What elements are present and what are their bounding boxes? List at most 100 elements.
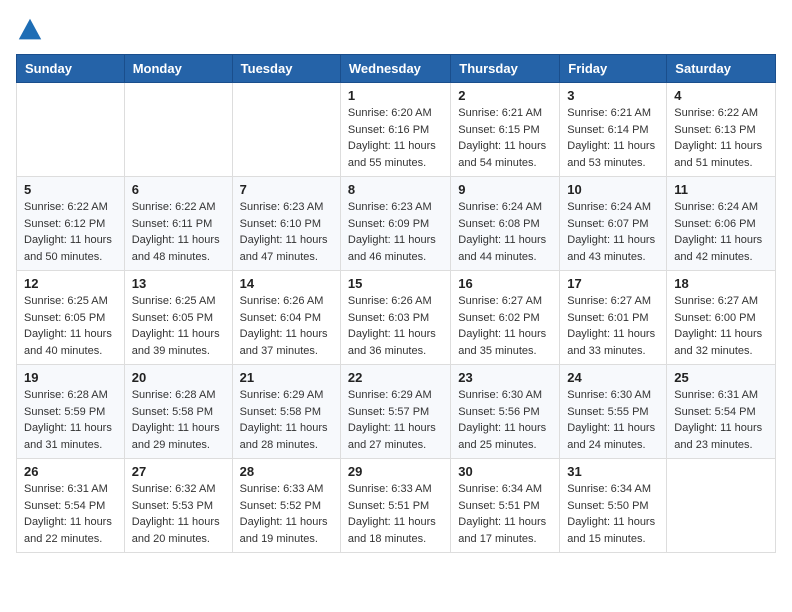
day-number: 24: [567, 370, 659, 385]
day-number: 18: [674, 276, 768, 291]
calendar-cell: 8 Sunrise: 6:23 AMSunset: 6:09 PMDaylight…: [340, 177, 450, 271]
day-info: Sunrise: 6:26 AMSunset: 6:04 PMDaylight:…: [240, 295, 328, 357]
weekday-header-monday: Monday: [124, 55, 232, 83]
day-number: 12: [24, 276, 117, 291]
calendar-cell: 31 Sunrise: 6:34 AMSunset: 5:50 PMDayligh…: [560, 459, 667, 553]
day-info: Sunrise: 6:29 AMSunset: 5:57 PMDaylight:…: [348, 389, 436, 451]
day-info: Sunrise: 6:31 AMSunset: 5:54 PMDaylight:…: [674, 389, 762, 451]
day-number: 25: [674, 370, 768, 385]
calendar-header-row: SundayMondayTuesdayWednesdayThursdayFrid…: [17, 55, 776, 83]
day-info: Sunrise: 6:26 AMSunset: 6:03 PMDaylight:…: [348, 295, 436, 357]
day-number: 1: [348, 88, 443, 103]
calendar-cell: 23 Sunrise: 6:30 AMSunset: 5:56 PMDayligh…: [451, 365, 560, 459]
calendar-cell: 13 Sunrise: 6:25 AMSunset: 6:05 PMDayligh…: [124, 271, 232, 365]
calendar-week-row: 12 Sunrise: 6:25 AMSunset: 6:05 PMDayligh…: [17, 271, 776, 365]
calendar-week-row: 1 Sunrise: 6:20 AMSunset: 6:16 PMDaylight…: [17, 83, 776, 177]
day-info: Sunrise: 6:34 AMSunset: 5:50 PMDaylight:…: [567, 483, 655, 545]
calendar-cell: 28 Sunrise: 6:33 AMSunset: 5:52 PMDayligh…: [232, 459, 340, 553]
calendar-cell: 4Sunrise: 6:22 AMSunset: 6:13 PMDaylight…: [667, 83, 776, 177]
day-info: Sunrise: 6:22 AMSunset: 6:13 PMDaylight:…: [674, 107, 762, 169]
day-number: 21: [240, 370, 333, 385]
day-number: 9: [458, 182, 552, 197]
day-info: Sunrise: 6:33 AMSunset: 5:51 PMDaylight:…: [348, 483, 436, 545]
calendar-cell: 26Sunrise: 6:31 AMSunset: 5:54 PMDayligh…: [17, 459, 125, 553]
day-number: 2: [458, 88, 552, 103]
day-number: 16: [458, 276, 552, 291]
calendar-cell: 15 Sunrise: 6:26 AMSunset: 6:03 PMDayligh…: [340, 271, 450, 365]
day-number: 11: [674, 182, 768, 197]
day-number: 7: [240, 182, 333, 197]
calendar-cell: 16 Sunrise: 6:27 AMSunset: 6:02 PMDayligh…: [451, 271, 560, 365]
weekday-header-saturday: Saturday: [667, 55, 776, 83]
calendar-cell: 3Sunrise: 6:21 AMSunset: 6:14 PMDaylight…: [560, 83, 667, 177]
calendar-cell: 20 Sunrise: 6:28 AMSunset: 5:58 PMDayligh…: [124, 365, 232, 459]
day-number: 5: [24, 182, 117, 197]
calendar-cell: 9 Sunrise: 6:24 AMSunset: 6:08 PMDaylight…: [451, 177, 560, 271]
day-info: Sunrise: 6:23 AMSunset: 6:09 PMDaylight:…: [348, 201, 436, 263]
calendar-cell: 6 Sunrise: 6:22 AMSunset: 6:11 PMDaylight…: [124, 177, 232, 271]
calendar-cell: 11 Sunrise: 6:24 AMSunset: 6:06 PMDayligh…: [667, 177, 776, 271]
day-number: 27: [132, 464, 225, 479]
calendar-cell: 14 Sunrise: 6:26 AMSunset: 6:04 PMDayligh…: [232, 271, 340, 365]
day-number: 10: [567, 182, 659, 197]
day-number: 14: [240, 276, 333, 291]
calendar-cell: 21 Sunrise: 6:29 AMSunset: 5:58 PMDayligh…: [232, 365, 340, 459]
day-info: Sunrise: 6:28 AMSunset: 5:59 PMDaylight:…: [24, 389, 112, 451]
day-info: Sunrise: 6:21 AMSunset: 6:14 PMDaylight:…: [567, 107, 655, 169]
day-info: Sunrise: 6:22 AMSunset: 6:11 PMDaylight:…: [132, 201, 220, 263]
day-info: Sunrise: 6:24 AMSunset: 6:08 PMDaylight:…: [458, 201, 546, 263]
calendar-cell: 1 Sunrise: 6:20 AMSunset: 6:16 PMDaylight…: [340, 83, 450, 177]
weekday-header-wednesday: Wednesday: [340, 55, 450, 83]
day-info: Sunrise: 6:23 AMSunset: 6:10 PMDaylight:…: [240, 201, 328, 263]
day-info: Sunrise: 6:30 AMSunset: 5:55 PMDaylight:…: [567, 389, 655, 451]
calendar-cell: 2 Sunrise: 6:21 AMSunset: 6:15 PMDaylight…: [451, 83, 560, 177]
day-number: 23: [458, 370, 552, 385]
calendar-cell: 19 Sunrise: 6:28 AMSunset: 5:59 PMDayligh…: [17, 365, 125, 459]
calendar-cell: [17, 83, 125, 177]
day-number: 29: [348, 464, 443, 479]
logo: [16, 16, 48, 44]
weekday-header-sunday: Sunday: [17, 55, 125, 83]
weekday-header-tuesday: Tuesday: [232, 55, 340, 83]
logo-icon: [16, 16, 44, 44]
calendar-cell: 30 Sunrise: 6:34 AMSunset: 5:51 PMDayligh…: [451, 459, 560, 553]
weekday-header-thursday: Thursday: [451, 55, 560, 83]
calendar-cell: 17Sunrise: 6:27 AMSunset: 6:01 PMDayligh…: [560, 271, 667, 365]
calendar-cell: 5 Sunrise: 6:22 AMSunset: 6:12 PMDaylight…: [17, 177, 125, 271]
calendar-cell: 7 Sunrise: 6:23 AMSunset: 6:10 PMDaylight…: [232, 177, 340, 271]
day-number: 20: [132, 370, 225, 385]
calendar-cell: 18 Sunrise: 6:27 AMSunset: 6:00 PMDayligh…: [667, 271, 776, 365]
day-info: Sunrise: 6:27 AMSunset: 6:02 PMDaylight:…: [458, 295, 546, 357]
day-info: Sunrise: 6:22 AMSunset: 6:12 PMDaylight:…: [24, 201, 112, 263]
day-info: Sunrise: 6:30 AMSunset: 5:56 PMDaylight:…: [458, 389, 546, 451]
day-number: 28: [240, 464, 333, 479]
day-info: Sunrise: 6:24 AMSunset: 6:06 PMDaylight:…: [674, 201, 762, 263]
day-number: 22: [348, 370, 443, 385]
calendar-cell: 27Sunrise: 6:32 AMSunset: 5:53 PMDayligh…: [124, 459, 232, 553]
day-info: Sunrise: 6:27 AMSunset: 6:00 PMDaylight:…: [674, 295, 762, 357]
day-info: Sunrise: 6:20 AMSunset: 6:16 PMDaylight:…: [348, 107, 436, 169]
day-number: 6: [132, 182, 225, 197]
calendar-cell: 10 Sunrise: 6:24 AMSunset: 6:07 PMDayligh…: [560, 177, 667, 271]
day-number: 26: [24, 464, 117, 479]
day-number: 13: [132, 276, 225, 291]
day-info: Sunrise: 6:28 AMSunset: 5:58 PMDaylight:…: [132, 389, 220, 451]
calendar-cell: 12 Sunrise: 6:25 AMSunset: 6:05 PMDayligh…: [17, 271, 125, 365]
day-info: Sunrise: 6:25 AMSunset: 6:05 PMDaylight:…: [24, 295, 112, 357]
day-info: Sunrise: 6:29 AMSunset: 5:58 PMDaylight:…: [240, 389, 328, 451]
day-number: 31: [567, 464, 659, 479]
day-info: Sunrise: 6:24 AMSunset: 6:07 PMDaylight:…: [567, 201, 655, 263]
day-number: 8: [348, 182, 443, 197]
day-info: Sunrise: 6:34 AMSunset: 5:51 PMDaylight:…: [458, 483, 546, 545]
day-info: Sunrise: 6:25 AMSunset: 6:05 PMDaylight:…: [132, 295, 220, 357]
day-info: Sunrise: 6:21 AMSunset: 6:15 PMDaylight:…: [458, 107, 546, 169]
calendar-cell: 22 Sunrise: 6:29 AMSunset: 5:57 PMDayligh…: [340, 365, 450, 459]
day-info: Sunrise: 6:33 AMSunset: 5:52 PMDaylight:…: [240, 483, 328, 545]
day-number: 15: [348, 276, 443, 291]
calendar-cell: 24 Sunrise: 6:30 AMSunset: 5:55 PMDayligh…: [560, 365, 667, 459]
day-number: 30: [458, 464, 552, 479]
day-number: 19: [24, 370, 117, 385]
calendar-week-row: 26Sunrise: 6:31 AMSunset: 5:54 PMDayligh…: [17, 459, 776, 553]
calendar-cell: [232, 83, 340, 177]
page-header: [16, 16, 776, 44]
